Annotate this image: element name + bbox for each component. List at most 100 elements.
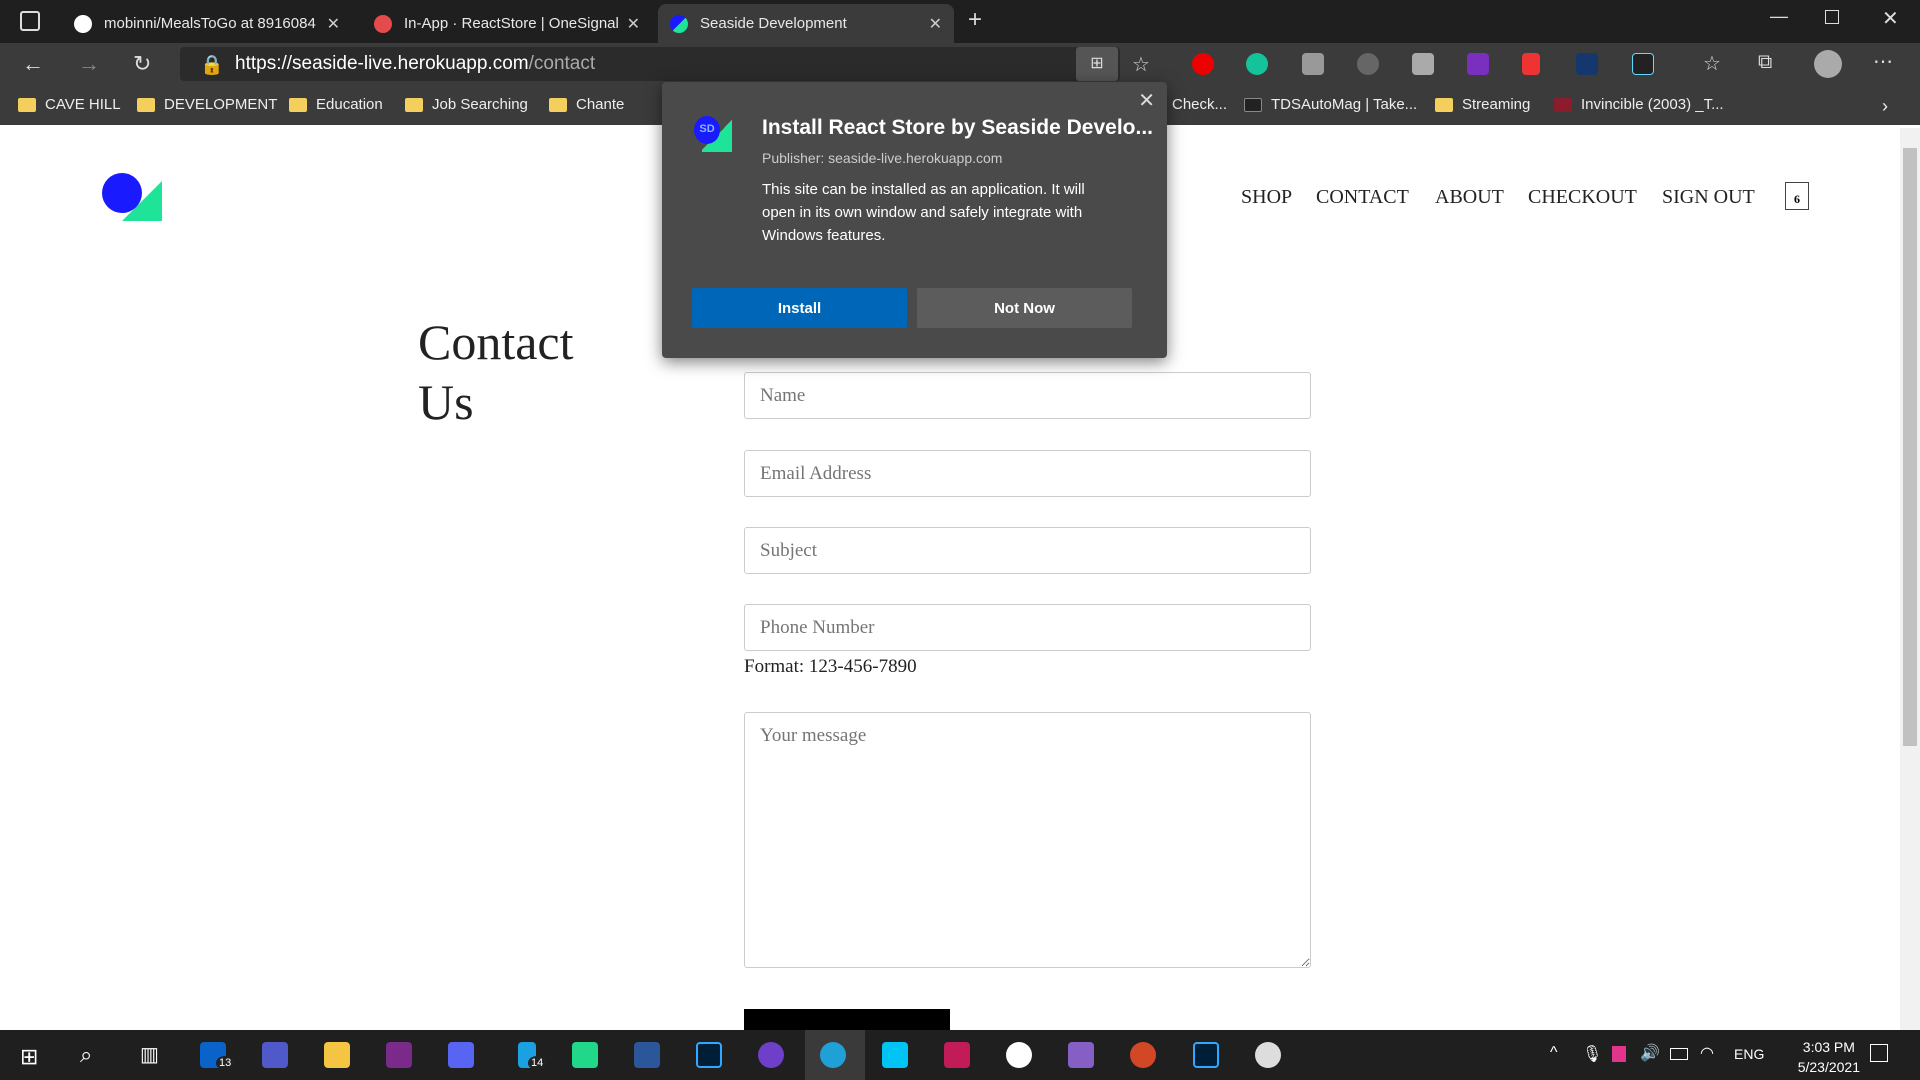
seaside-icon xyxy=(670,14,688,33)
url-path: /contact xyxy=(528,53,596,74)
battery-icon[interactable] xyxy=(1670,1048,1688,1060)
adblock-extension-icon[interactable] xyxy=(1192,53,1214,75)
url-bar[interactable]: 🔒 https://seaside-live.herokuapp.com/cont… xyxy=(180,47,1120,81)
collections-icon[interactable]: ⧉ xyxy=(1758,51,1772,74)
taskbar: ⊞ ⌕ ▥ 13 14 ^ 🎙 🔊 ◠ ENG 3:03 PM 5/23/2021 xyxy=(0,1030,1920,1080)
powerpoint-icon[interactable] xyxy=(1130,1042,1156,1068)
email-input[interactable] xyxy=(744,450,1311,497)
bookmark-folder[interactable]: Education xyxy=(289,96,383,113)
bookmark-label: Education xyxy=(316,96,383,113)
site-logo[interactable] xyxy=(102,173,162,221)
language-indicator[interactable]: ENG xyxy=(1734,1046,1764,1062)
r-extension-icon[interactable] xyxy=(1467,53,1489,75)
cart-bag-icon[interactable]: 6 xyxy=(1785,182,1809,210)
install-button[interactable]: Install xyxy=(692,288,907,328)
start-icon[interactable]: ⊞ xyxy=(20,1044,38,1070)
not-now-button[interactable]: Not Now xyxy=(917,288,1132,328)
teams-icon[interactable] xyxy=(262,1042,288,1068)
file-explorer-icon[interactable] xyxy=(324,1042,350,1068)
pdf-app-icon[interactable] xyxy=(386,1042,412,1068)
close-tab-icon[interactable]: ✕ xyxy=(327,14,340,34)
bookmark-link[interactable]: Invincible (2003) _T... xyxy=(1554,96,1724,113)
subject-input[interactable] xyxy=(744,527,1311,574)
search-icon[interactable]: ⌕ xyxy=(80,1042,92,1068)
visual-studio-icon[interactable] xyxy=(1068,1042,1094,1068)
tray-app-icon[interactable] xyxy=(1612,1046,1626,1062)
bookmark-folder[interactable]: DEVELOPMENT xyxy=(137,96,277,113)
h-extension-icon[interactable] xyxy=(1412,53,1434,75)
site-icon xyxy=(1554,97,1572,112)
bookmark-label: Job Searching xyxy=(432,96,528,113)
profile-avatar[interactable] xyxy=(1814,50,1842,78)
word-icon[interactable] xyxy=(634,1042,660,1068)
clock[interactable]: 3:03 PM 5/23/2021 xyxy=(1798,1037,1860,1077)
favorites-icon[interactable]: ☆ xyxy=(1703,51,1721,76)
bookmark-folder[interactable]: CAVE HILL xyxy=(18,96,121,113)
dialog-publisher: Publisher: seaside-live.herokuapp.com xyxy=(762,150,1003,166)
nav-about[interactable]: ABOUT xyxy=(1435,186,1504,209)
tab-actions-icon[interactable] xyxy=(20,11,40,31)
nav-sign-out[interactable]: SIGN OUT xyxy=(1662,186,1755,209)
bookmark-link[interactable]: Check... xyxy=(1172,96,1227,113)
rider-icon[interactable] xyxy=(944,1042,970,1068)
notes-icon[interactable]: 14 xyxy=(518,1042,547,1070)
volume-icon[interactable]: 🔊 xyxy=(1640,1043,1660,1063)
grammarly-extension-icon[interactable] xyxy=(1246,53,1268,75)
photoshop-icon[interactable] xyxy=(1193,1042,1219,1068)
close-tab-icon[interactable]: ✕ xyxy=(929,14,942,34)
app-icon[interactable] xyxy=(1006,1042,1032,1068)
bookmark-folder[interactable]: Chante xyxy=(549,96,624,113)
close-tab-icon[interactable]: ✕ xyxy=(627,14,640,34)
task-view-icon[interactable]: ▥ xyxy=(140,1042,159,1067)
favorite-add-icon[interactable]: ☆ xyxy=(1132,52,1150,77)
bookmark-link[interactable]: TDSAutoMag | Take... xyxy=(1244,96,1417,113)
github-desktop-icon[interactable] xyxy=(758,1042,784,1068)
edge-icon[interactable] xyxy=(820,1042,846,1068)
phone-input[interactable] xyxy=(744,604,1311,651)
bookmark-folder[interactable]: Streaming xyxy=(1435,96,1530,113)
message-textarea[interactable] xyxy=(744,712,1311,968)
webstorm-icon[interactable] xyxy=(882,1042,908,1068)
pycharm-icon[interactable] xyxy=(572,1042,598,1068)
tab-seaside[interactable]: Seaside Development ✕ xyxy=(658,4,954,43)
wifi-icon[interactable]: ◠ xyxy=(1700,1043,1714,1063)
photoshop-icon[interactable] xyxy=(696,1042,722,1068)
restore-button[interactable] xyxy=(1825,10,1839,24)
bookmark-label: Check... xyxy=(1172,96,1228,113)
discord-icon[interactable] xyxy=(448,1042,474,1068)
minimize-button[interactable]: — xyxy=(1770,6,1788,27)
refresh-icon[interactable]: ↻ xyxy=(133,51,151,77)
extension-icon[interactable] xyxy=(1357,53,1379,75)
tp-extension-icon[interactable] xyxy=(1522,53,1540,75)
bookmark-folder[interactable]: Job Searching xyxy=(405,96,528,113)
tray-chevron-icon[interactable]: ^ xyxy=(1550,1044,1558,1062)
back-icon[interactable]: ← xyxy=(22,51,44,77)
tab-github[interactable]: mobinni/MealsToGo at 8916084 ✕ xyxy=(62,4,352,43)
scrollbar-thumb[interactable] xyxy=(1903,148,1917,746)
app-icon: SD xyxy=(694,116,734,154)
github-icon xyxy=(74,14,92,33)
install-app-dialog: ✕ SD Install React Store by Seaside Deve… xyxy=(662,82,1167,358)
close-window-button[interactable]: ✕ xyxy=(1882,6,1899,31)
mail-icon[interactable]: 13 xyxy=(200,1042,235,1070)
phone-format-hint: Format: 123-456-7890 xyxy=(744,656,917,677)
more-icon[interactable]: ⋯ xyxy=(1873,49,1893,74)
tab-onesignal[interactable]: In-App · ReactStore | OneSignal ✕ xyxy=(362,4,652,43)
more-bookmarks-icon[interactable]: › xyxy=(1882,96,1888,117)
extension-icon[interactable] xyxy=(1576,53,1598,75)
folder-icon xyxy=(137,97,155,112)
microphone-icon[interactable]: 🎙 xyxy=(1582,1044,1602,1064)
close-dialog-icon[interactable]: ✕ xyxy=(1138,88,1155,113)
notifications-icon[interactable] xyxy=(1870,1044,1888,1062)
name-input[interactable] xyxy=(744,372,1311,419)
snipping-tool-icon[interactable] xyxy=(1255,1042,1281,1068)
react-devtools-icon[interactable] xyxy=(1632,53,1654,75)
nav-contact[interactable]: CONTACT xyxy=(1316,186,1409,209)
new-tab-button[interactable]: + xyxy=(968,6,982,34)
app-install-icon[interactable]: ⊞ xyxy=(1076,47,1118,81)
forward-icon[interactable]: → xyxy=(78,51,100,77)
office-extension-icon[interactable] xyxy=(1302,53,1324,75)
nav-shop[interactable]: SHOP xyxy=(1241,186,1292,209)
bookmark-label: CAVE HILL xyxy=(45,96,121,113)
nav-checkout[interactable]: CHECKOUT xyxy=(1528,186,1637,209)
